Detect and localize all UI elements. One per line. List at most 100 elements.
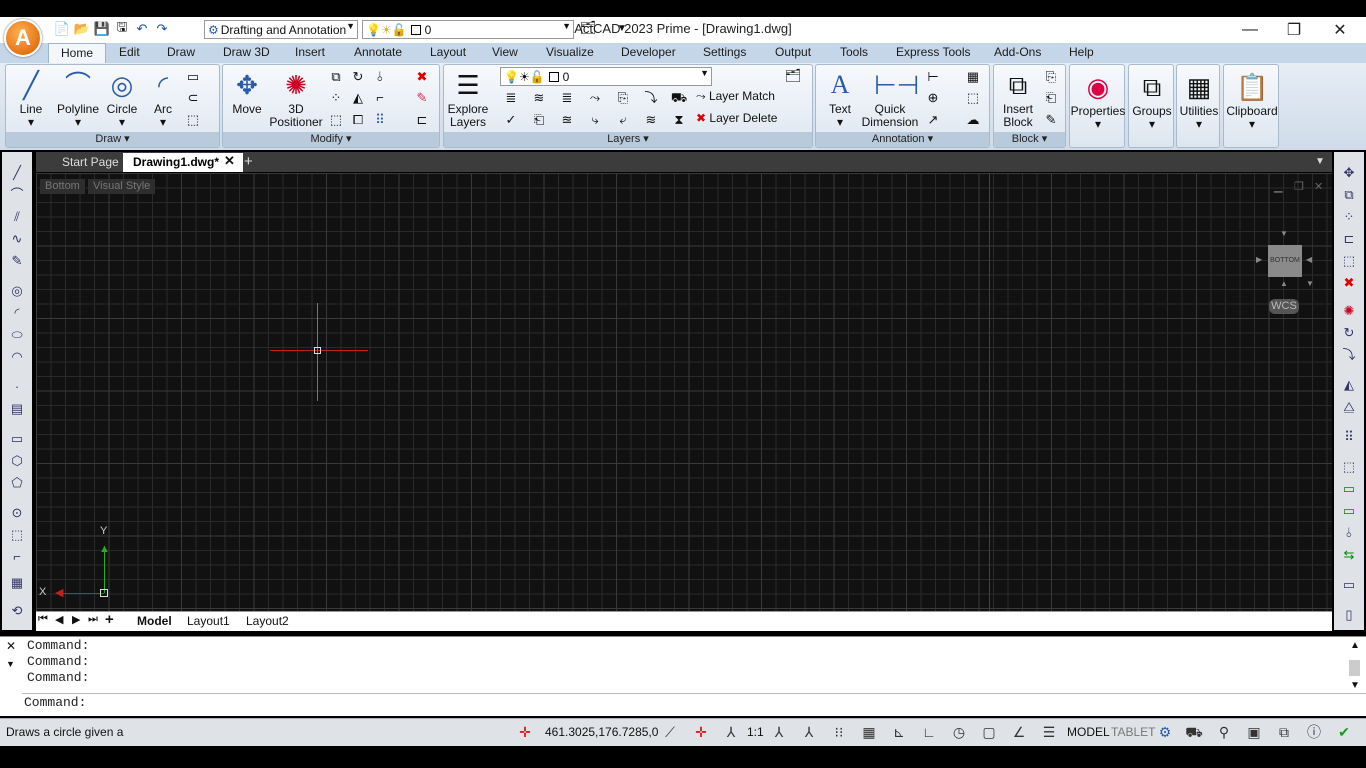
scroll-down-icon[interactable]: ▼ (1350, 680, 1360, 691)
menu-edit[interactable]: Edit (119, 45, 140, 59)
region-icon[interactable]: ⬠ (8, 474, 26, 492)
offset-icon[interactable]: ⊏ (413, 111, 431, 129)
last-layout-icon[interactable]: ⏭ (88, 613, 98, 626)
annotation-panel-title[interactable]: Annotation ▾ (816, 132, 989, 147)
erase-icon[interactable]: ✖ (413, 68, 431, 86)
viewcube-rotate-icon[interactable]: ▼ (1306, 279, 1314, 288)
model-space-toggle[interactable]: MODEL (1067, 725, 1110, 739)
join-icon[interactable]: ▭ (1340, 480, 1358, 498)
viewcube-down-arrow-icon[interactable]: ▲ (1280, 279, 1288, 288)
menu-draw[interactable]: Draw (167, 45, 195, 59)
layer-tool-4-icon[interactable]: ⤳ (586, 89, 604, 107)
block-editor-icon[interactable]: ⎗ (1042, 89, 1060, 107)
linear-dimension-icon[interactable]: ⊢ (924, 68, 942, 86)
coordinate-readout[interactable]: 461.3025,176.7285,0 (545, 725, 658, 739)
viewcube[interactable]: BOTTOM (1268, 245, 1302, 277)
insert-block-button[interactable]: ⧉ Insert Block (996, 69, 1040, 129)
layer-tool-8-icon[interactable]: ✓ (502, 111, 520, 129)
fillet-icon[interactable]: ⌐ (371, 89, 389, 107)
explode-icon[interactable]: ✎ (413, 89, 431, 107)
menu-express-tools[interactable]: Express Tools (896, 45, 970, 59)
scale-value[interactable]: 1:1 (747, 725, 764, 739)
mirror3d-icon[interactable]: ⧋ (1340, 398, 1358, 416)
stretch-tool-icon[interactable]: ⬚ (1340, 252, 1358, 270)
stretch-icon[interactable]: ⬚ (327, 111, 345, 129)
layer-tool-2-icon[interactable]: ≋ (530, 89, 548, 107)
command-input[interactable]: Command: (24, 695, 86, 710)
line-button[interactable]: ╱ Line ▾ (12, 69, 50, 129)
ellipse-arc-icon[interactable]: ◠ (8, 348, 26, 366)
viewport-restore-icon[interactable]: ❐ (1294, 180, 1304, 193)
settings-gear-icon[interactable]: ⚙ (1154, 721, 1176, 743)
circle-tool-icon[interactable]: ◎ (8, 282, 26, 300)
command-options-icon[interactable]: ▼ (6, 659, 15, 669)
snap-dots-icon[interactable]: ⁝⁝ (828, 721, 850, 743)
hatch-tool-icon[interactable]: ▤ (8, 400, 26, 418)
autoscale-icon[interactable]: ⅄ (798, 721, 820, 743)
layer-delete-button[interactable]: ✖ Layer Delete (696, 111, 777, 125)
groups-button[interactable]: ⧉ Groups ▾ (1128, 64, 1174, 148)
copy-tool-icon[interactable]: ⧉ (1340, 186, 1358, 204)
donut-icon[interactable]: ⊙ (8, 504, 26, 522)
app-logo-button[interactable]: A (4, 19, 42, 57)
menu-add-ons[interactable]: Add-Ons (994, 45, 1041, 59)
block-panel-title[interactable]: Block ▾ (994, 132, 1065, 147)
explode-tool-icon[interactable]: ▭ (1340, 576, 1358, 594)
layer-tool-3-icon[interactable]: ≣ (558, 89, 576, 107)
layer-tool-6-icon[interactable]: ⤵ (642, 89, 660, 107)
properties-button[interactable]: ◉ Properties ▾ (1069, 64, 1125, 148)
layer-tool-13-icon[interactable]: ≋ (642, 111, 660, 129)
annotation-visibility-icon[interactable]: ⅄ (768, 721, 790, 743)
layer-tool-9-icon[interactable]: ⎗ (530, 111, 548, 129)
circle-button[interactable]: ◎ Circle ▾ (102, 69, 142, 129)
new-file-icon[interactable]: 📄 (54, 21, 70, 37)
annotation-scale-icon[interactable]: ⅄ (720, 721, 742, 743)
table-tool-icon[interactable]: ▦ (8, 574, 26, 592)
menu-visualize[interactable]: Visualize (546, 45, 594, 59)
layer-select-quick[interactable]: 💡 ☀ 🔓 0 ▼ (362, 20, 574, 39)
polygon-icon[interactable]: ⬡ (8, 452, 26, 470)
text-button[interactable]: A Text ▾ (820, 69, 860, 129)
menu-developer[interactable]: Developer (621, 45, 676, 59)
minimize-button[interactable]: — (1228, 18, 1272, 42)
dynamic-ucs-icon[interactable]: ∠ (1008, 721, 1030, 743)
revision-icon[interactable]: ⬚ (964, 89, 982, 107)
wcs-menu[interactable]: WCS (1269, 299, 1299, 314)
tab-start-page[interactable]: Start Page (52, 153, 129, 172)
first-layout-icon[interactable]: ⏮ (38, 613, 48, 626)
offset-tool-icon[interactable]: ⊏ (1340, 230, 1358, 248)
polar-icon[interactable]: ∟ (918, 721, 940, 743)
trim-tool-icon[interactable]: ⫰ (1340, 524, 1358, 542)
customize-toolbar-icon[interactable]: ▼ (614, 20, 630, 36)
redo-icon[interactable]: ↷ (154, 21, 170, 37)
layer-tool-14-icon[interactable]: ⧗ (670, 111, 688, 129)
layer-properties-icon[interactable]: 🗂 (784, 67, 802, 85)
3d-positioner-button[interactable]: ✺ 3D Positioner (267, 69, 325, 129)
menu-layout[interactable]: Layout (430, 45, 466, 59)
layer-tool-10-icon[interactable]: ≊ (558, 111, 576, 129)
layer-tool-12-icon[interactable]: ⤶ (614, 111, 632, 129)
sketch-icon[interactable]: ✎ (8, 252, 26, 270)
save-icon[interactable]: 💾 (94, 21, 110, 37)
tab-model[interactable]: Model (137, 614, 172, 628)
annotation-monitor-icon[interactable]: ⚲ (1213, 721, 1235, 743)
close-button[interactable]: ✕ (1318, 18, 1362, 42)
tab-layout2[interactable]: Layout2 (246, 614, 289, 628)
move-button[interactable]: ✥ Move (227, 69, 267, 116)
modify-panel-title[interactable]: Modify ▾ (223, 132, 439, 147)
view-label[interactable]: Bottom (40, 179, 85, 194)
properties-tool-icon[interactable]: ▯ (1340, 606, 1358, 624)
wipeout-icon[interactable]: ⬚ (8, 526, 26, 544)
workspace-icon[interactable]: ⛟ (1183, 721, 1205, 743)
ortho-icon[interactable]: ⊾ (888, 721, 910, 743)
viewport-close-icon[interactable]: ✕ (1314, 180, 1323, 193)
menu-draw3d[interactable]: Draw 3D (223, 45, 270, 59)
visual-style-label[interactable]: Visual Style (88, 179, 156, 194)
clean-screen-icon[interactable]: ⧉ (1273, 721, 1295, 743)
trim-icon[interactable]: ⫰ (371, 68, 389, 86)
hatch-icon[interactable]: ⬚ (184, 111, 202, 129)
osnap-icon[interactable]: ◷ (948, 721, 970, 743)
close-tab-icon[interactable]: ✕ (224, 153, 235, 169)
array-tool-icon[interactable]: ⁘ (1340, 208, 1358, 226)
layer-select[interactable]: 💡 ☀ 🔓 0 ▼ (500, 67, 712, 86)
